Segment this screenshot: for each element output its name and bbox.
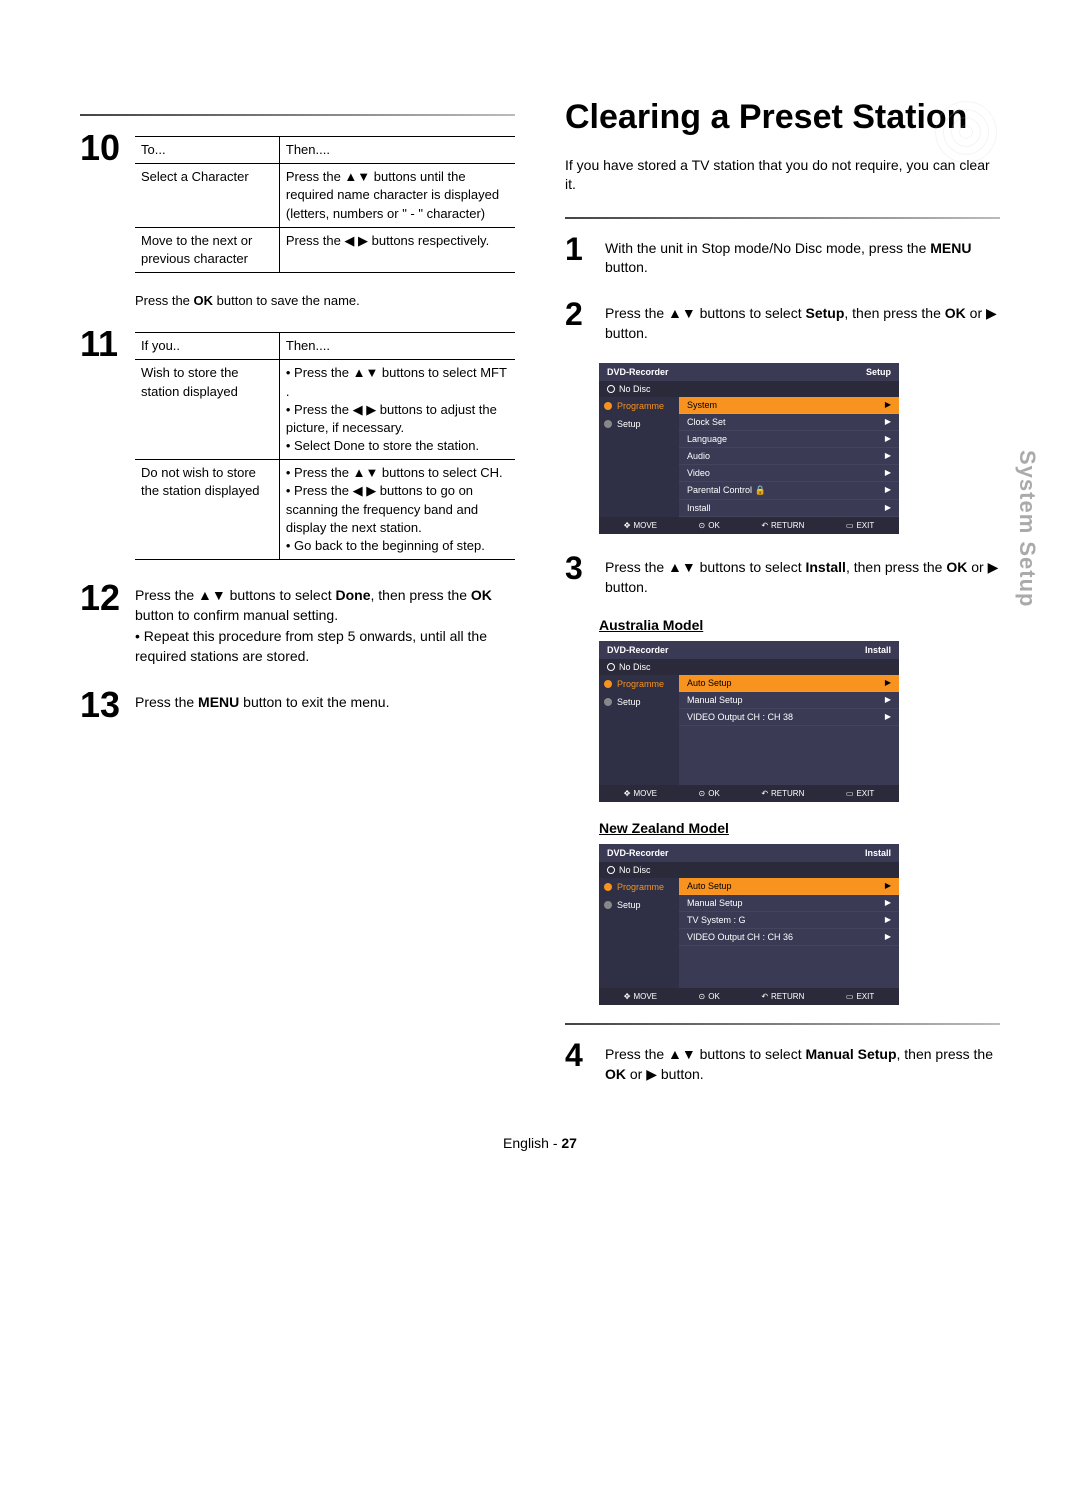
step-10-table: To... Then.... Select a Character Press … <box>135 136 515 273</box>
osd-menu-row: VIDEO Output CH : CH 38▶ <box>679 709 899 726</box>
osd-hint: ⊙ OK <box>699 992 720 1001</box>
divider <box>80 114 515 116</box>
osd-nav-item: Setup <box>599 896 679 914</box>
osd-menu-row: Auto Setup▶ <box>679 878 899 895</box>
model-label-nz: New Zealand Model <box>599 820 1000 836</box>
osd-hint: ↶ RETURN <box>761 789 804 798</box>
osd-nav-item: Programme <box>599 675 679 693</box>
osd-menu-row: VIDEO Output CH : CH 36▶ <box>679 929 899 946</box>
right-column: Clearing a Preset Station If you have st… <box>565 100 1000 1105</box>
table-cell: Do not wish to store the station display… <box>135 460 279 560</box>
bullet: • Go back to the beginning of step. <box>286 537 509 555</box>
step-number: 3 <box>565 552 595 584</box>
table-cell: Wish to store the station displayed <box>135 360 279 460</box>
clear-step-4: 4 Press the ▲▼ buttons to select Manual … <box>565 1039 1000 1084</box>
osd-hint: ▭ EXIT <box>846 521 874 530</box>
osd-menu-row: Audio▶ <box>679 448 899 465</box>
step-13-text: Press the MENU button to exit the menu. <box>135 687 515 713</box>
osd-hint: ▭ EXIT <box>846 789 874 798</box>
table-cell: • Press the ▲▼ buttons to select CH. • P… <box>279 460 515 560</box>
osd-screenshot-install-aus: DVD-RecorderInstall No Disc Programme Se… <box>599 641 899 802</box>
bullet: • Press the ▲▼ buttons to select MFT . <box>286 364 509 400</box>
osd-menu-row: Video▶ <box>679 465 899 482</box>
osd-menu-row: Install▶ <box>679 500 899 517</box>
osd-menu-row: TV System : G▶ <box>679 912 899 929</box>
step-10: 10 To... Then.... Select a Character Pre… <box>80 130 515 273</box>
table-cell: Select a Character <box>135 164 279 228</box>
osd-hint: ↶ RETURN <box>761 992 804 1001</box>
section-tab: System Setup <box>1014 450 1040 608</box>
osd-menu-row: Manual Setup▶ <box>679 692 899 709</box>
osd-hint: ✥ MOVE <box>624 789 657 798</box>
step-13: 13 Press the MENU button to exit the men… <box>80 687 515 723</box>
page-footer: English - 27 <box>80 1135 1000 1151</box>
step-number: 2 <box>565 298 595 330</box>
osd-nav-item: Setup <box>599 415 679 433</box>
divider <box>565 217 1000 219</box>
osd-hint: ⊙ OK <box>699 521 720 530</box>
step-number: 13 <box>80 687 125 723</box>
osd-menu-row: Language▶ <box>679 431 899 448</box>
osd-nav-item: Setup <box>599 693 679 711</box>
table-header: To... <box>135 137 279 164</box>
osd-hint: ▭ EXIT <box>846 992 874 1001</box>
osd-nav-item: Programme <box>599 878 679 896</box>
osd-menu-row: Auto Setup▶ <box>679 675 899 692</box>
clear-step-1: 1 With the unit in Stop mode/No Disc mod… <box>565 233 1000 278</box>
disc-icon <box>900 100 1000 180</box>
step-12: 12 Press the ▲▼ buttons to select Done, … <box>80 580 515 666</box>
bullet: • Press the ▲▼ buttons to select CH. <box>286 464 509 482</box>
osd-screenshot-setup: DVD-RecorderSetup No Disc Programme Setu… <box>599 363 899 534</box>
bullet: • Select Done to store the station. <box>286 437 509 455</box>
osd-menu-row: Clock Set▶ <box>679 414 899 431</box>
step-10-note: Press the OK button to save the name. <box>135 293 515 308</box>
bullet: • Press the ◀ ▶ buttons to go on scannin… <box>286 482 509 537</box>
step-11: 11 If you.. Then.... Wish to store the s… <box>80 326 515 560</box>
step-number: 11 <box>80 326 125 362</box>
osd-hint: ↶ RETURN <box>761 521 804 530</box>
divider <box>565 1023 1000 1025</box>
table-cell: Press the ▲▼ buttons until the required … <box>279 164 515 228</box>
bullet: • Press the ◀ ▶ buttons to adjust the pi… <box>286 401 509 437</box>
left-column: 10 To... Then.... Select a Character Pre… <box>80 100 515 1105</box>
table-cell: Press the ◀ ▶ buttons respectively. <box>279 227 515 272</box>
clear-step-2: 2 Press the ▲▼ buttons to select Setup, … <box>565 298 1000 343</box>
step-number: 1 <box>565 233 595 265</box>
step-number: 10 <box>80 130 125 166</box>
osd-menu-row: Manual Setup▶ <box>679 895 899 912</box>
osd-hint: ✥ MOVE <box>624 992 657 1001</box>
step-number: 12 <box>80 580 125 616</box>
osd-nav-item: Programme <box>599 397 679 415</box>
osd-hint: ✥ MOVE <box>624 521 657 530</box>
table-header: Then.... <box>279 137 515 164</box>
model-label-australia: Australia Model <box>599 617 1000 633</box>
table-cell: Move to the next or previous character <box>135 227 279 272</box>
table-header: If you.. <box>135 333 279 360</box>
step-11-table: If you.. Then.... Wish to store the stat… <box>135 332 515 560</box>
osd-menu-row: Parental Control 🔒▶ <box>679 482 899 500</box>
clear-step-3: 3 Press the ▲▼ buttons to select Install… <box>565 552 1000 597</box>
osd-hint: ⊙ OK <box>699 789 720 798</box>
osd-menu-row: System▶ <box>679 397 899 414</box>
step-number: 4 <box>565 1039 595 1071</box>
table-header: Then.... <box>279 333 515 360</box>
osd-screenshot-install-nz: DVD-RecorderInstall No Disc Programme Se… <box>599 844 899 1005</box>
step-12-text: Press the ▲▼ buttons to select Done, the… <box>135 580 515 666</box>
section-heading: Clearing a Preset Station <box>565 100 1000 136</box>
table-cell: • Press the ▲▼ buttons to select MFT . •… <box>279 360 515 460</box>
